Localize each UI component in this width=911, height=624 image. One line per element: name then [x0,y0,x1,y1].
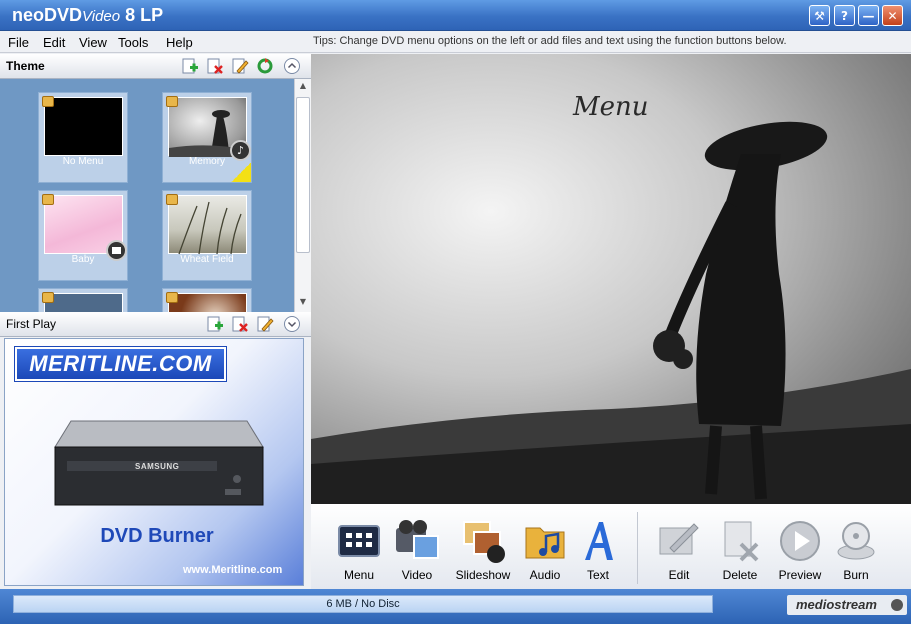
theme-label: Memory [188,156,226,167]
lock-icon [42,194,54,205]
text-tool-label: Text [586,568,609,582]
close-button[interactable]: ✕ [882,5,903,26]
add-first-play-icon[interactable] [206,315,224,333]
theme-tile-partial[interactable] [38,288,128,312]
scroll-down-arrow-icon[interactable]: ▼ [297,297,309,309]
add-theme-icon[interactable] [181,57,199,75]
left-panel: Theme No Menu ♪ Memory Baby Wheat Field … [0,54,311,589]
toolbar-divider [637,512,638,584]
title-bar: neoDVDVideo 8 LP ⚒ ? — ✕ [0,0,911,31]
expand-first-play-icon[interactable] [283,315,301,333]
scroll-up-arrow-icon[interactable]: ▲ [297,81,309,93]
app-title-brand: neoDVD [12,5,83,25]
theme-thumbnail [44,97,123,156]
theme-scrollbar[interactable]: ▲ ▼ [294,79,311,312]
menu-tool-button[interactable]: Menu [328,516,390,586]
wheat-icon [178,201,242,255]
menu-view[interactable]: View [79,35,107,50]
lock-icon [42,292,54,303]
burn-disc-icon [837,522,875,560]
disc-capacity-text: 6 MB / No Disc [326,598,400,610]
first-play-header: First Play [0,312,311,337]
edit-first-play-icon[interactable] [256,315,274,333]
menu-bar: File Edit View Tools Help Tips: Change D… [0,31,911,53]
delete-first-play-icon[interactable] [231,315,249,333]
help-window-button[interactable]: ? [834,5,855,26]
theme-panel-header: Theme [0,54,311,79]
theme-label: No Menu [62,156,104,167]
preview-tool-button[interactable]: Preview [769,516,831,586]
video-tool-label: Video [401,568,433,582]
minimize-button[interactable]: — [858,5,879,26]
menu-grid-icon [338,525,380,557]
app-window: neoDVDVideo 8 LP ⚒ ? — ✕ File Edit View … [0,0,911,624]
delete-tool-button[interactable]: Delete [709,516,771,586]
status-bar: 6 MB / No Disc mediostream [0,589,911,624]
burn-tool-label: Burn [843,568,869,582]
theme-thumbnail [168,195,247,255]
first-play-title: First Play [6,317,57,331]
first-play-preview[interactable]: MERITLINE.COM SAMSUNG DVD Burner www.Mer… [4,338,304,586]
lock-icon [42,96,54,107]
app-title-version: 8 [125,5,136,25]
theme-panel-title: Theme [6,59,45,73]
slideshow-icon [463,521,505,563]
function-toolbar: Menu Video Slideshow Audio Text Edit Del… [311,504,911,589]
theme-label: Baby [71,254,95,265]
mediostream-globe-icon [891,599,903,611]
mediostream-brand: mediostream [796,597,877,612]
delete-theme-icon[interactable] [206,57,224,75]
audio-folder-icon [525,527,565,559]
scroll-thumb[interactable] [296,97,310,253]
theme-tile-baby[interactable]: Baby [38,190,128,281]
edit-tool-button[interactable]: Edit [648,516,710,586]
theme-tile-no-menu[interactable]: No Menu [38,92,128,183]
menu-tools[interactable]: Tools [118,35,148,50]
refresh-theme-icon[interactable] [256,57,274,75]
tools-window-button[interactable]: ⚒ [809,5,830,26]
text-tool-button[interactable]: Text [567,516,629,586]
lock-icon [166,96,178,107]
app-title-suffix: LP [140,5,164,25]
text-a-icon [585,522,613,560]
menu-help[interactable]: Help [166,35,193,50]
play-icon [780,521,820,561]
menu-tool-label: Menu [343,568,375,582]
menu-edit[interactable]: Edit [43,35,65,50]
theme-tile-wheat-field[interactable]: Wheat Field [162,190,252,281]
video-camera-icon [396,520,439,559]
theme-tile-partial[interactable] [162,288,252,312]
burn-tool-button[interactable]: Burn [825,516,887,586]
drive-brand-label: SAMSUNG [135,462,180,471]
lock-icon [166,292,178,303]
lock-icon [166,194,178,205]
theme-label: Wheat Field [180,254,234,265]
meritline-logo: MERITLINE.COM [15,347,226,381]
collapse-theme-icon[interactable] [283,57,301,75]
theme-thumbnail [44,293,123,312]
edit-tool-label: Edit [668,568,690,582]
tips-text: Tips: Change DVD menu options on the lef… [313,35,787,47]
slideshow-tool-button[interactable]: Slideshow [452,516,514,586]
video-tool-button[interactable]: Video [386,516,448,586]
theme-thumbnail [168,293,247,312]
preview-tool-label: Preview [778,568,822,582]
theme-tile-memory[interactable]: ♪ Memory [162,92,252,183]
slideshow-tool-label: Slideshow [455,568,511,582]
product-label: DVD Burner [100,525,214,547]
menu-preview[interactable]: Menu [311,54,911,504]
delete-tool-label: Delete [722,568,758,582]
edit-icon [659,523,699,555]
disc-capacity-bar: 6 MB / No Disc [13,595,713,613]
menu-file[interactable]: File [8,35,29,50]
app-title-video: Video [82,8,121,25]
menu-title-text[interactable]: Menu [573,92,649,122]
app-title: neoDVDVideo 8 LP [12,5,163,26]
edit-theme-icon[interactable] [231,57,249,75]
theme-grid: No Menu ♪ Memory Baby Wheat Field [0,79,294,312]
delete-icon [724,521,759,562]
ad-url: www.Meritline.com [183,564,283,576]
mediostream-logo: mediostream [787,595,907,615]
